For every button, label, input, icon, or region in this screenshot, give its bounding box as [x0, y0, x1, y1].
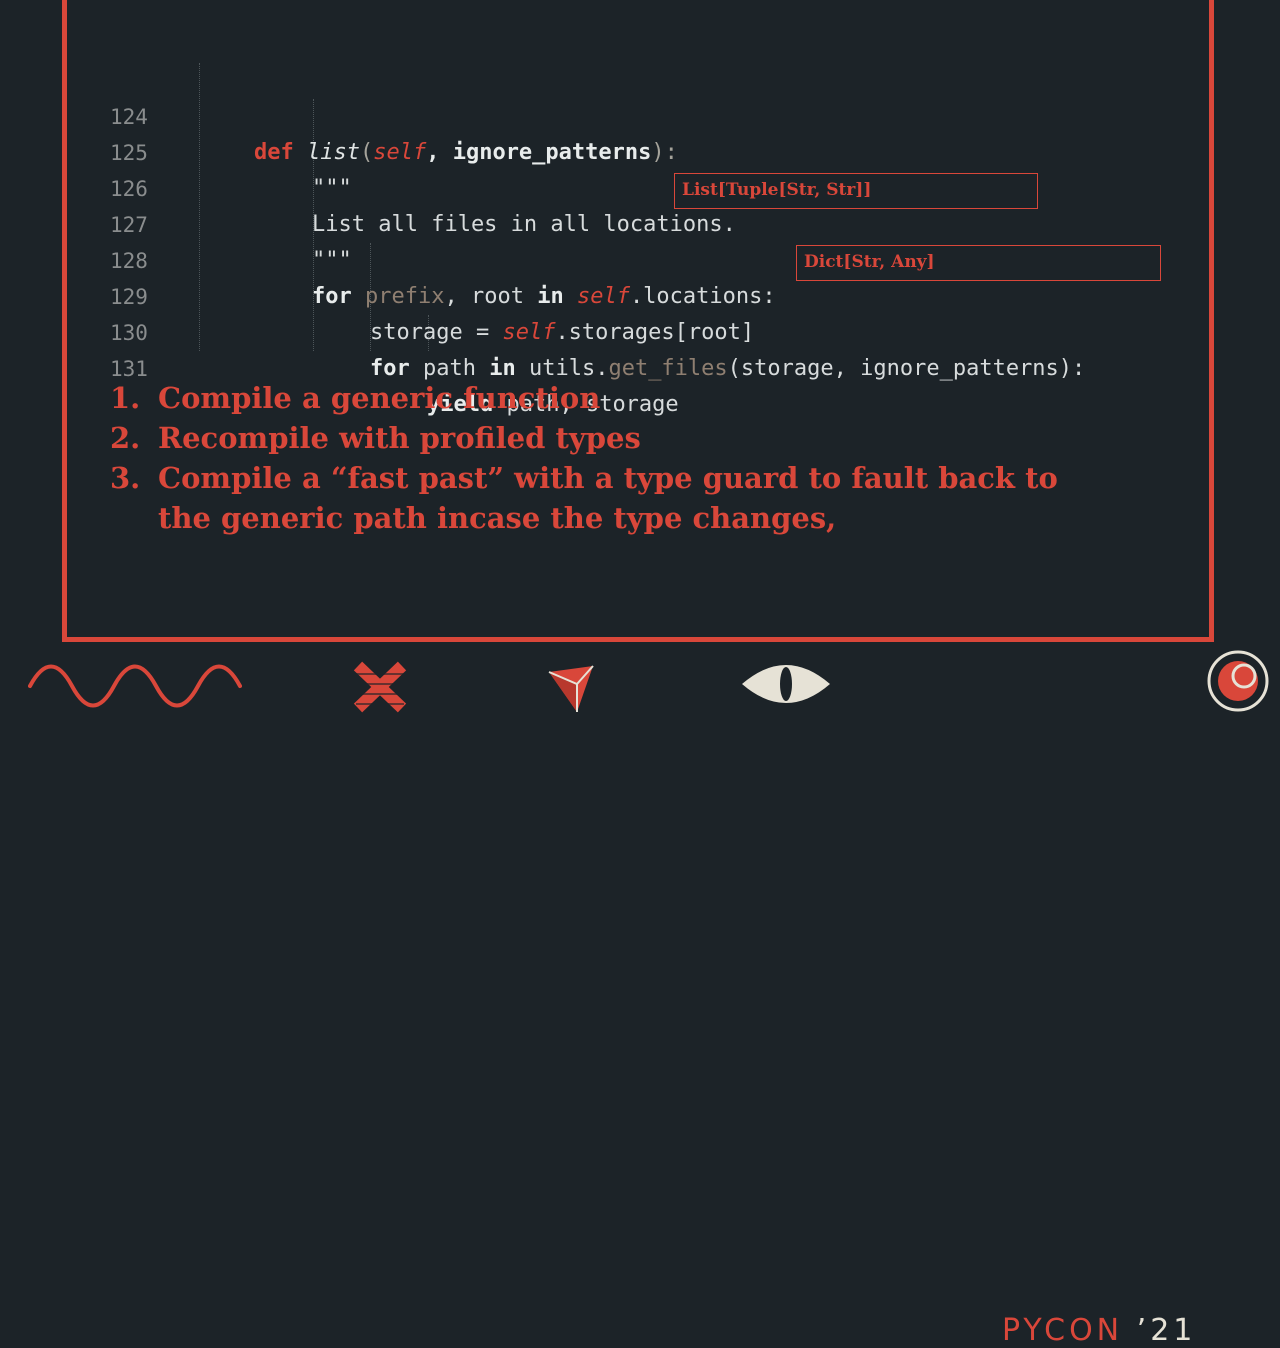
var-prefix: prefix	[365, 284, 445, 309]
list-item: 1. Compile a generic function	[110, 378, 1108, 418]
brand-name: PYCON	[1002, 1313, 1124, 1348]
docstring-text: List all files in all locations.	[312, 212, 736, 237]
code-line-130: 130 for path in utils.get_files(storage,…	[110, 279, 1085, 381]
keyword-def: def	[254, 140, 294, 165]
code-line-129: 129 storage = self.storages[root]	[110, 243, 754, 345]
step-number: 2.	[110, 421, 141, 455]
self-ref: self	[502, 320, 556, 345]
function-name: list	[307, 140, 360, 165]
footer-bar: PYCON ’21	[0, 648, 1280, 1348]
params: , ignore_patterns	[426, 140, 652, 165]
step-text: Recompile with profiled types	[158, 421, 641, 455]
target-logo-icon	[1207, 650, 1269, 712]
paren-open: (	[359, 140, 374, 165]
attr-storages: .storages[root]	[555, 320, 755, 345]
wave-icon	[28, 664, 242, 708]
code-line-131: 131 yield path, storage	[110, 315, 679, 417]
self-param: self	[373, 140, 427, 165]
keyword-in: in	[537, 284, 564, 309]
code-line-128: 128 for prefix, root in self.locations:	[110, 207, 776, 309]
eye-icon	[742, 665, 830, 703]
list-item: 2. Recompile with profiled types	[110, 418, 1108, 458]
paren-close: ):	[651, 140, 678, 165]
assign-storage: storage =	[370, 320, 503, 345]
x-cross-icon	[353, 661, 407, 713]
var-root: , root	[444, 284, 538, 309]
type-annotation-storages: Dict[Str, Any]	[796, 245, 1161, 281]
attr-locations: .locations:	[629, 284, 776, 309]
docstring-open: """	[312, 176, 352, 201]
indent-guide	[199, 63, 201, 351]
code-line-127: 127 """	[110, 171, 352, 273]
code-line-124: 124 def list(self, ignore_patterns):	[110, 63, 678, 165]
step-number: 3.	[110, 461, 141, 495]
paper-plane-icon	[548, 665, 594, 712]
self-ref: self	[576, 284, 630, 309]
step-text: Compile a “fast past” with a type guard …	[158, 461, 1058, 535]
brand-year: ’21	[1123, 1313, 1197, 1348]
pycon-wordmark: PYCON ’21	[1002, 1313, 1196, 1348]
code-listing: 124 def list(self, ignore_patterns): 125…	[110, 63, 1085, 417]
steps-list: 1. Compile a generic function 2. Recompi…	[110, 378, 1108, 538]
docstring-close: """	[312, 248, 352, 273]
step-number: 1.	[110, 381, 141, 415]
type-annotation-locations: List[Tuple[Str, Str]]	[674, 173, 1038, 209]
list-item: 3. Compile a “fast past” with a type gua…	[110, 458, 1108, 538]
code-line-126: 126 List all files in all locations.	[110, 135, 736, 237]
step-text: Compile a generic function	[158, 381, 601, 415]
keyword-for: for	[312, 284, 352, 309]
code-line-125: 125 """	[110, 99, 352, 201]
